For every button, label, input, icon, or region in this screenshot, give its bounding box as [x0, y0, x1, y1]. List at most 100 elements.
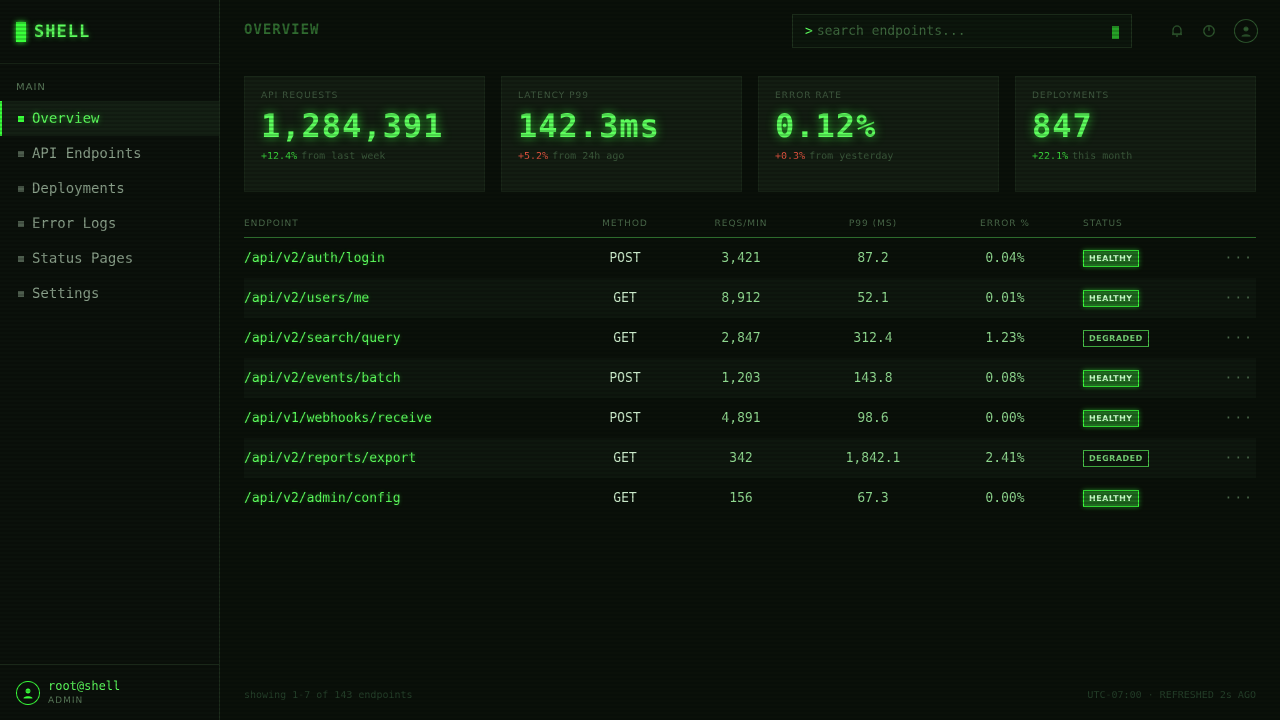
method-cell: GET: [613, 450, 637, 466]
status-cell: HEALTHY: [1040, 369, 1200, 387]
pagination-text: showing 1-7 of 143 endpoints: [244, 690, 413, 701]
table-row[interactable]: /api/v2/admin/config GET 156 67.3 0.00% HEALT…: [244, 478, 1256, 518]
table-row[interactable]: /api/v2/auth/login POST 3,421 87.2 0.04% HEAL…: [244, 238, 1256, 278]
table-row[interactable]: /api/v2/events/batch POST 1,203 143.8 0.08% H…: [244, 358, 1256, 398]
sidebar-item-deployments[interactable]: Deployments: [0, 171, 219, 206]
stat-card-deployments[interactable]: DEPLOYMENTS 847 +22.1% this month: [1015, 76, 1256, 192]
stat-delta: +0.3% from yesterday: [775, 151, 982, 162]
table-row[interactable]: /api/v2/search/query GET 2,847 312.4 1.23% DE…: [244, 318, 1256, 358]
status-cell: DEGRADED: [1040, 329, 1200, 347]
bullet-icon: [18, 255, 24, 262]
reqs-cell: 8,912: [721, 290, 761, 306]
stat-card-error-rate[interactable]: ERROR RATE 0.12% +0.3% from yesterday: [758, 76, 999, 192]
endpoint-cell[interactable]: /api/v2/events/batch: [244, 371, 544, 386]
stat-delta: +12.4% from last week: [261, 151, 468, 162]
p99-cell: 52.1: [857, 290, 889, 306]
delta-value: +5.2%: [518, 151, 549, 162]
endpoint-cell[interactable]: /api/v2/users/me: [244, 291, 544, 306]
method-cell: GET: [613, 490, 637, 506]
endpoint-cell[interactable]: /api/v2/auth/login: [244, 251, 544, 266]
brand-logo: [16, 21, 26, 42]
endpoint-cell[interactable]: /api/v2/search/query: [244, 331, 544, 346]
user-icon: [23, 688, 33, 698]
column-header-endpoint[interactable]: ENDPOINT: [244, 219, 544, 229]
error-cell: 0.08%: [985, 370, 1025, 386]
table-row[interactable]: /api/v2/reports/export GET 342 1,842.1 2.41%…: [244, 438, 1256, 478]
user-role: ADMIN: [48, 696, 84, 706]
stat-label: DEPLOYMENTS: [1032, 91, 1110, 101]
column-header-status[interactable]: STATUS: [1040, 219, 1200, 229]
row-actions-button[interactable]: ···: [1200, 451, 1256, 466]
method-cell: GET: [613, 330, 637, 346]
endpoint-cell[interactable]: /api/v1/webhooks/receive: [244, 411, 544, 426]
error-cell: 0.00%: [985, 490, 1025, 506]
bullet-icon: [18, 220, 24, 227]
row-actions-button[interactable]: ···: [1200, 411, 1256, 426]
column-header-method[interactable]: METHOD: [544, 219, 706, 229]
user-profile[interactable]: root@shell ADMIN: [0, 664, 220, 720]
stat-value: 142.3ms: [518, 107, 660, 145]
stat-card-api-requests[interactable]: API REQUESTS 1,284,391 +12.4% from last w…: [244, 76, 485, 192]
delta-value: +0.3%: [775, 151, 806, 162]
bell-icon[interactable]: [1168, 22, 1186, 40]
sidebar-item-label: Error Logs: [32, 215, 117, 232]
table-header: ENDPOINT METHOD REQS/MIN P99 (MS) ERROR …: [244, 210, 1256, 238]
row-actions-button[interactable]: ···: [1200, 371, 1256, 386]
sidebar-item-status-pages[interactable]: Status Pages: [0, 241, 219, 276]
avatar: [16, 680, 40, 705]
endpoint-cell[interactable]: /api/v2/reports/export: [244, 451, 544, 466]
user-icon[interactable]: [1234, 19, 1258, 43]
delta-value: +22.1%: [1032, 151, 1069, 162]
p99-cell: 312.4: [853, 330, 893, 346]
cursor-block: [1112, 26, 1119, 39]
bullet-icon: [18, 290, 24, 297]
column-header-p99[interactable]: P99 (MS): [776, 219, 970, 229]
endpoint-cell[interactable]: /api/v2/admin/config: [244, 491, 544, 506]
endpoints-table: ENDPOINT METHOD REQS/MIN P99 (MS) ERROR …: [244, 210, 1256, 518]
column-header-error[interactable]: ERROR %: [970, 219, 1040, 229]
bullet-icon: [18, 150, 24, 157]
search-input[interactable]: [816, 23, 1097, 39]
sidebar-item-label: API Endpoints: [32, 145, 142, 162]
stat-card-latency[interactable]: LATENCY P99 142.3ms +5.2% from 24h ago: [501, 76, 742, 192]
sidebar-section-label: MAIN: [16, 82, 46, 93]
delta-note: this month: [1072, 151, 1133, 162]
row-actions-button[interactable]: ···: [1200, 251, 1256, 266]
reqs-cell: 1,203: [721, 370, 761, 386]
p99-cell: 67.3: [857, 490, 889, 506]
p99-cell: 143.8: [853, 370, 893, 386]
stat-label: ERROR RATE: [775, 91, 842, 101]
brand-name: SHELL: [34, 21, 91, 42]
sidebar: SHELL MAIN Overview API Endpoints Deploy…: [0, 0, 220, 720]
power-icon[interactable]: [1200, 22, 1218, 40]
column-header-reqs[interactable]: REQS/MIN: [706, 219, 776, 229]
stat-value: 1,284,391: [261, 107, 444, 145]
method-cell: POST: [609, 250, 641, 266]
bullet-icon: [18, 115, 24, 122]
stat-label: LATENCY P99: [518, 91, 589, 101]
status-badge: HEALTHY: [1083, 409, 1139, 427]
row-actions-button[interactable]: ···: [1200, 331, 1256, 346]
topbar: OVERVIEW >: [244, 14, 1258, 50]
sidebar-item-settings[interactable]: Settings: [0, 276, 219, 311]
user-name: root@shell: [48, 679, 121, 693]
search-box[interactable]: >: [792, 14, 1132, 48]
stats-row: API REQUESTS 1,284,391 +12.4% from last w…: [244, 76, 1256, 192]
row-actions-button[interactable]: ···: [1200, 491, 1256, 506]
table-row[interactable]: /api/v2/users/me GET 8,912 52.1 0.01% HEALTHY…: [244, 278, 1256, 318]
sidebar-item-overview[interactable]: Overview: [0, 101, 219, 136]
brand[interactable]: SHELL: [0, 0, 219, 64]
stat-delta: +22.1% this month: [1032, 151, 1239, 162]
error-cell: 0.04%: [985, 250, 1025, 266]
delta-note: from yesterday: [809, 151, 894, 162]
p99-cell: 98.6: [857, 410, 889, 426]
row-actions-button[interactable]: ···: [1200, 291, 1256, 306]
sidebar-item-label: Overview: [32, 110, 100, 127]
page-title: OVERVIEW: [244, 22, 320, 38]
sidebar-item-error-logs[interactable]: Error Logs: [0, 206, 219, 241]
sidebar-item-api-endpoints[interactable]: API Endpoints: [0, 136, 219, 171]
stat-label: API REQUESTS: [261, 91, 339, 101]
reqs-cell: 2,847: [721, 330, 761, 346]
table-row[interactable]: /api/v1/webhooks/receive POST 4,891 98.6 0.0…: [244, 398, 1256, 438]
status-badge: HEALTHY: [1083, 249, 1139, 267]
